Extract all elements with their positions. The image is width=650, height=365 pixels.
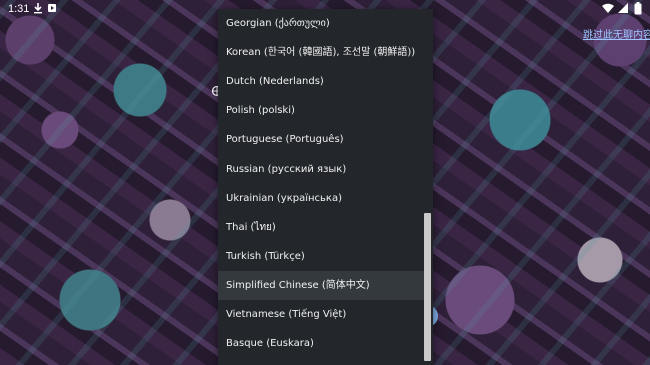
language-option[interactable]: Portuguese (Português)	[218, 125, 424, 154]
language-option[interactable]: Vietnamese (Tiếng Việt)	[218, 300, 424, 329]
language-option[interactable]: Dutch (Nederlands)	[218, 67, 424, 96]
language-option[interactable]: Polish (polski)	[218, 96, 424, 125]
language-option[interactable]: Simplified Chinese (简体中文)	[218, 270, 424, 300]
signal-icon	[618, 3, 628, 13]
language-option[interactable]: Ukrainian (українська)	[218, 184, 424, 213]
menu-scrollbar[interactable]	[424, 213, 431, 361]
language-option[interactable]: Basque (Euskara)	[218, 329, 424, 358]
status-time: 1:31	[8, 3, 30, 15]
language-option[interactable]: Korean (한국어 (韓國語), 조선말 (朝鮮語))	[218, 38, 424, 67]
battery-icon	[634, 2, 642, 15]
notification-icon	[48, 4, 56, 12]
download-icon	[34, 3, 42, 14]
skip-content-link[interactable]: 跳过此无聊内容	[583, 26, 650, 41]
language-option[interactable]: Georgian (ქართული)	[218, 9, 424, 38]
language-dropdown-menu: Georgian (ქართული) Korean (한국어 (韓國語), 조선말…	[218, 9, 433, 365]
language-option[interactable]: Turkish (Türkçe)	[218, 242, 424, 271]
language-option[interactable]: Thai (ไทย)	[218, 213, 424, 242]
language-option[interactable]: Russian (русский язык)	[218, 155, 424, 184]
wifi-icon	[602, 3, 614, 13]
